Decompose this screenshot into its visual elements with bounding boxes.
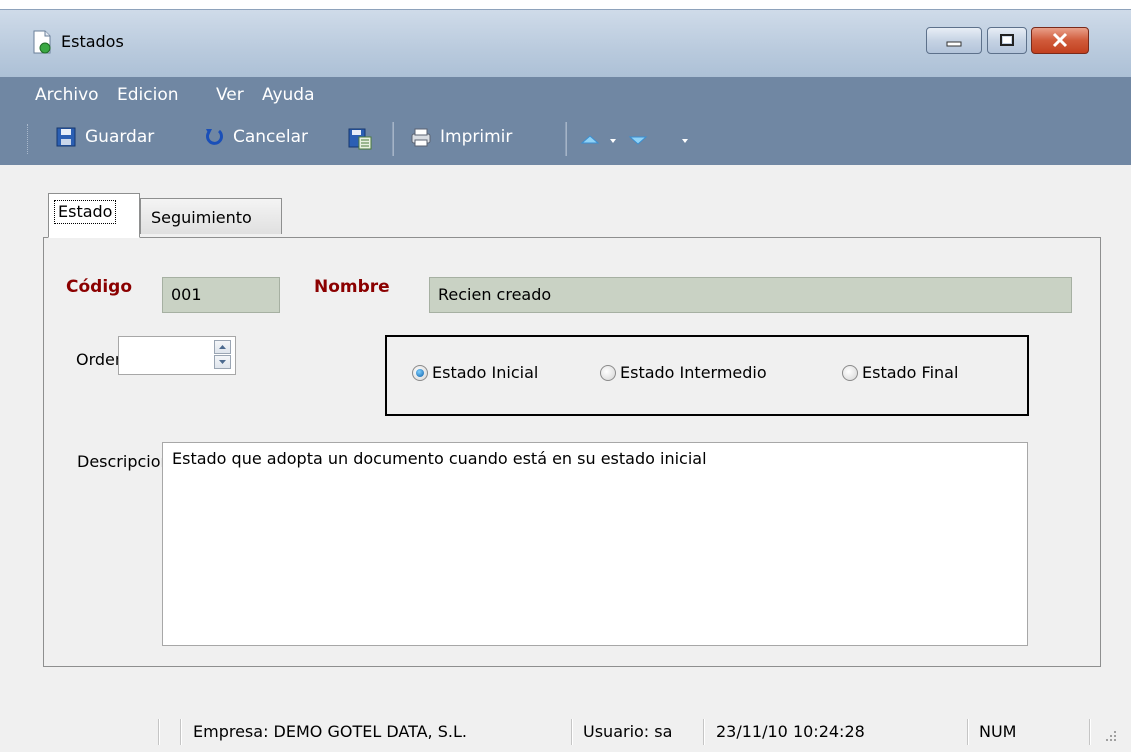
status-empresa: Empresa: DEMO GOTEL DATA, S.L. (193, 722, 467, 741)
restore-icon (1000, 34, 1014, 46)
tab-label: Seguimiento (151, 208, 252, 227)
print-label: Imprimir (440, 127, 513, 147)
maximize-button[interactable] (987, 27, 1027, 54)
menu-bar: Archivo Edicion Ver Ayuda (0, 77, 1131, 113)
content-area: Código 001 Nombre Recien creado Orden Es… (0, 165, 1131, 710)
tab-label: Estado (54, 200, 117, 224)
minimize-button[interactable] (926, 27, 982, 54)
radio-label: Estado Inicial (432, 363, 539, 382)
status-separator (1089, 719, 1091, 745)
cancel-label: Cancelar (233, 127, 308, 147)
chevron-up-icon (219, 345, 226, 349)
resize-grip-icon[interactable] (1105, 730, 1117, 742)
status-num: NUM (979, 722, 1017, 741)
move-up-dropdown-button[interactable] (580, 132, 624, 148)
descripcion-textarea[interactable]: Estado que adopta un documento cuando es… (162, 442, 1028, 646)
status-separator (571, 719, 573, 745)
stepper-up-button[interactable] (214, 340, 231, 354)
radio-label: Estado Final (862, 363, 959, 382)
menu-archivo[interactable]: Archivo (35, 85, 99, 105)
document-icon (33, 30, 51, 54)
tab-seguimiento[interactable]: Seguimiento (140, 198, 282, 234)
estado-type-group: Estado Inicial Estado Intermedio Estado … (385, 335, 1029, 416)
status-usuario: Usuario: sa (583, 722, 673, 741)
nombre-label: Nombre (314, 277, 390, 297)
status-bar: Empresa: DEMO GOTEL DATA, S.L. Usuario: … (0, 710, 1131, 752)
radio-label: Estado Intermedio (620, 363, 767, 382)
menu-edicion[interactable]: Edicion (117, 85, 179, 105)
radio-estado-intermedio[interactable]: Estado Intermedio (600, 363, 767, 382)
close-button[interactable] (1031, 27, 1089, 54)
undo-icon (206, 129, 223, 145)
orden-stepper[interactable] (118, 336, 236, 375)
toolbar-separator (392, 122, 394, 156)
toolbar-grip[interactable] (27, 124, 30, 154)
toolbar: Guardar Cancelar Imprimir (0, 113, 1131, 165)
window-title: Estados (61, 32, 124, 51)
radio-estado-final[interactable]: Estado Final (842, 363, 958, 382)
print-button[interactable]: Imprimir (410, 126, 512, 148)
radio-button-checked[interactable] (412, 364, 428, 381)
status-datetime: 23/11/10 10:24:28 (716, 722, 865, 741)
status-separator (703, 719, 705, 745)
printer-icon (411, 128, 431, 147)
close-icon (1052, 32, 1068, 48)
floppy-disk-icon (56, 127, 76, 147)
tab-estado[interactable]: Estado (48, 193, 140, 238)
window: Estados Archivo Edicion Ver Ayuda Guarda… (0, 9, 1131, 752)
descripcion-label: Descripcion (77, 452, 171, 471)
menu-ver[interactable]: Ver (216, 85, 244, 105)
toolbar-separator (565, 122, 567, 156)
status-separator (967, 719, 969, 745)
cancel-button[interactable]: Cancelar (203, 126, 308, 148)
save-label: Guardar (85, 127, 155, 147)
stepper-down-button[interactable] (214, 355, 231, 369)
status-separator (158, 719, 160, 745)
save-button[interactable]: Guardar (55, 126, 154, 148)
radio-estado-inicial[interactable]: Estado Inicial (412, 363, 538, 382)
radio-button[interactable] (842, 364, 858, 381)
title-bar[interactable]: Estados (0, 9, 1131, 78)
minimize-icon (946, 41, 962, 47)
codigo-field[interactable]: 001 (162, 277, 280, 313)
menu-ayuda[interactable]: Ayuda (262, 85, 315, 105)
chevron-down-icon (219, 360, 226, 364)
radio-button[interactable] (600, 364, 616, 381)
save-as-icon[interactable] (348, 128, 372, 150)
nombre-field[interactable]: Recien creado (429, 277, 1072, 313)
status-separator (180, 719, 182, 745)
codigo-label: Código (66, 277, 132, 297)
move-down-dropdown-button[interactable] (628, 132, 692, 148)
